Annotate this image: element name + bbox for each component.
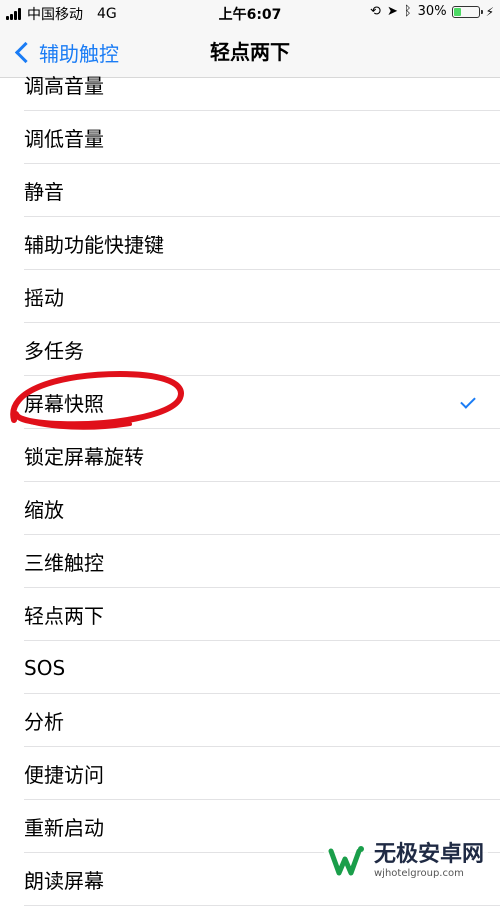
list-item-label: 朗读屏幕 [24, 869, 104, 893]
action-options-list: 调高音量调低音量静音辅助功能快捷键 摇动多任务屏幕快照锁定屏幕旋转 缩放三维触控轻点… [0, 58, 500, 906]
list-item-label: 分析 [24, 710, 64, 734]
list-item[interactable]: 辅助功能快捷键 [0, 217, 500, 270]
list-item-label: 调低音量 [24, 127, 104, 151]
list-item-label: 轻点两下 [24, 604, 104, 628]
lock-rotation-icon: ⟲ [370, 4, 381, 19]
battery-level [453, 7, 461, 16]
list-item[interactable]: 屏幕快照 [0, 376, 500, 429]
location-icon: ➤ [386, 4, 398, 19]
list-item-label: SOS [24, 655, 66, 680]
list-item-label: 锁定屏幕旋转 [24, 445, 144, 469]
list-item[interactable]: SOS [0, 641, 500, 694]
list-item-label: 摇动 [24, 286, 64, 310]
battery-percent: 30% [417, 4, 447, 19]
list-item[interactable]: 静音 [0, 164, 500, 217]
list-item[interactable]: 三维触控 [0, 535, 500, 588]
list-item[interactable]: 分析 [0, 694, 500, 747]
list-item-label: 缩放 [24, 498, 64, 522]
watermark: 无极安卓网 wjhotelgroup.com [323, 840, 488, 881]
bluetooth-icon: ᛒ [403, 4, 412, 19]
battery-icon [451, 5, 483, 18]
status-bar: 中国移动 4G 上午6:07 ⟲ ➤ ᛒ 30% ⚡ [0, 0, 500, 26]
charging-icon: ⚡ [485, 4, 494, 19]
watermark-title: 无极安卓网 [373, 842, 484, 867]
list-item-label: 多任务 [24, 339, 84, 363]
list-item-label: 便捷访问 [24, 763, 104, 787]
status-right: ⟲ ➤ ᛒ 30% ⚡ [364, 4, 494, 19]
list-item-label: 静音 [24, 180, 64, 204]
list-item-label: 调高音量 [24, 74, 104, 98]
list-item-label: 重新启动 [24, 816, 104, 840]
list-item[interactable]: 摇动 [0, 270, 500, 323]
watermark-logo-icon [328, 845, 364, 875]
checkmark-icon [460, 393, 476, 409]
list-item-label: 屏幕快照 [24, 392, 104, 416]
list-item[interactable]: 便捷访问 [0, 747, 500, 800]
list-item-label: 辅助功能快捷键 [24, 233, 164, 257]
list-item[interactable]: 调高音量 [0, 58, 500, 111]
list-item[interactable]: 缩放 [0, 482, 500, 535]
list-item[interactable]: 调低音量 [0, 111, 500, 164]
list-item[interactable]: 多任务 [0, 323, 500, 376]
list-item[interactable]: 锁定屏幕旋转 [0, 429, 500, 482]
list-item[interactable]: 轻点两下 [0, 588, 500, 641]
watermark-url: wjhotelgroup.com [373, 868, 464, 879]
list-item-label: 三维触控 [24, 551, 104, 575]
